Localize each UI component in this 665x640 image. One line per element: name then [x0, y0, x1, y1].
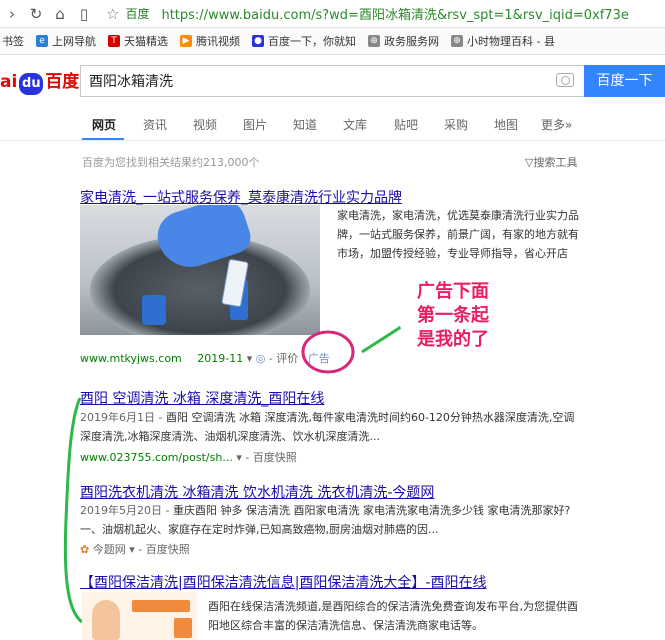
result-snippet: 2019年6月1日 - 酉阳 空调清洗 冰箱 深度清洗,每件家电清洗时间约60-…	[80, 411, 575, 443]
bookmark-item[interactable]: T 天猫精选	[108, 33, 168, 49]
video-icon: ▶	[180, 35, 192, 47]
baidu-icon: ●	[252, 35, 264, 47]
star-icon[interactable]: ☆	[106, 5, 119, 23]
site-label: 百度	[125, 7, 150, 21]
annotation-line: 广告下面 第一条起 是我的了	[417, 281, 489, 350]
bookmark-item[interactable]: e 上网导航	[36, 33, 96, 49]
result-snippet: 2019年5月20日 - 重庆酉阳 钟多 保洁清洗 酉阳家电清洗 家电清洗家电清…	[80, 504, 571, 536]
tab-news[interactable]: 资讯	[143, 116, 167, 133]
globe-icon: ⊕	[451, 35, 463, 47]
search-tools[interactable]: ▽搜索工具	[525, 154, 577, 170]
globe-icon: ⊕	[368, 35, 380, 47]
active-tab-indicator	[82, 138, 124, 140]
snapshot-link[interactable]: 百度快照	[253, 451, 297, 464]
baidu-logo[interactable]: ai du 百度	[0, 67, 79, 95]
url-field[interactable]: https://www.baidu.com/s?wd=酉阳冰箱清洗&rsv_sp…	[161, 4, 628, 23]
result-title[interactable]: 酉阳 空调清洗 冰箱 深度清洗_酉阳在线	[80, 388, 324, 408]
site-icon: ✿	[80, 543, 90, 556]
snapshot-link[interactable]: 百度快照	[146, 543, 190, 556]
tab-map[interactable]: 地图	[494, 116, 518, 133]
bookmark-item[interactable]: ⊕ 政务服务网	[368, 33, 439, 49]
camera-icon[interactable]	[556, 73, 574, 87]
back-icon[interactable]: ›	[0, 5, 24, 23]
baidu-header: ai du 百度 酉阳冰箱清洗 百度一下	[0, 55, 665, 105]
ad-cite: www.mtkyjws.com 2019-11 ▾ ◎ - 评价 广告	[80, 352, 330, 365]
refresh-icon[interactable]: ↻	[24, 5, 48, 23]
result-title[interactable]: 【酉阳保洁清洗|酉阳保洁清洗信息|酉阳保洁清洗大全】-酉阳在线	[80, 572, 486, 592]
search-tabs: 网页 资讯 视频 图片 知道 文库 贴吧 采购 地图 更多»	[0, 105, 665, 141]
dropdown-icon[interactable]: ▾	[247, 352, 256, 365]
ad-snippet: 家电清洗，家电清洗，优选莫泰康清洗行业实力品牌，一站式服务保养，前景广阔，有家的…	[337, 209, 579, 260]
paw-icon: du	[19, 73, 44, 95]
tab-caigou[interactable]: 采购	[444, 116, 468, 133]
result-title[interactable]: 酉阳洗衣机清洗 冰箱清洗 饮水机清洗 洗衣机清洗-今题网	[80, 482, 434, 502]
ad-rate-link[interactable]: 评价	[276, 352, 298, 365]
tmall-icon: T	[108, 35, 120, 47]
reader-icon[interactable]: ▯	[72, 5, 96, 23]
tab-images[interactable]: 图片	[243, 116, 267, 133]
tab-wenku[interactable]: 文库	[343, 116, 367, 133]
tab-web[interactable]: 网页	[92, 116, 116, 133]
bookmark-item[interactable]: ▶ 腾讯视频	[180, 33, 240, 49]
result-thumbnail[interactable]	[82, 592, 197, 640]
ie-icon: e	[36, 35, 48, 47]
verified-icon: ◎	[255, 352, 266, 365]
search-input[interactable]: 酉阳冰箱清洗	[80, 65, 584, 97]
dropdown-icon[interactable]: ▾ -	[129, 543, 145, 556]
tab-tieba[interactable]: 贴吧	[394, 116, 418, 133]
ad-title[interactable]: 家电清洗_一站式服务保养_莫泰康清洗行业实力品牌	[80, 187, 402, 207]
dropdown-icon[interactable]: ▾ -	[236, 451, 252, 464]
home-icon[interactable]: ⌂	[48, 5, 72, 23]
tab-more[interactable]: 更多»	[541, 116, 572, 133]
tab-video[interactable]: 视频	[193, 116, 217, 133]
ad-cite-date: 2019-11	[197, 352, 244, 365]
ad-label[interactable]: 广告	[308, 352, 330, 365]
result-count: 百度为您找到相关结果约213,000个	[82, 156, 260, 169]
ad-cite-url[interactable]: www.mtkyjws.com	[80, 352, 182, 365]
address-bar: › ↻ ⌂ ▯ ☆ 百度 https://www.baidu.com/s?wd=…	[0, 0, 665, 28]
bookmarks-bar: 书签 e 上网导航 T 天猫精选 ▶ 腾讯视频 ● 百度一下，你就知 ⊕ 政务服…	[0, 28, 665, 55]
search-button[interactable]: 百度一下	[584, 65, 665, 97]
result-cite: www.023755.com/post/sh... ▾ - 百度快照	[80, 451, 297, 464]
annotation-text: 广告下面 第一条起 是我的了	[417, 280, 489, 352]
ad-image[interactable]	[80, 205, 320, 335]
bookmark-folder[interactable]: 书签	[2, 33, 24, 49]
bookmark-item[interactable]: ⊕ 小时物理百科 - 县	[451, 33, 555, 49]
result-cite: ✿ 今题网 ▾ - 百度快照	[80, 543, 190, 556]
result-snippet: 酉阳在线保洁清洗频道,是酉阳综合的保洁清洗免费查询发布平台,为您提供酉阳地区综合…	[208, 600, 578, 632]
bookmark-item[interactable]: ● 百度一下，你就知	[252, 33, 356, 49]
tab-zhidao[interactable]: 知道	[293, 116, 317, 133]
